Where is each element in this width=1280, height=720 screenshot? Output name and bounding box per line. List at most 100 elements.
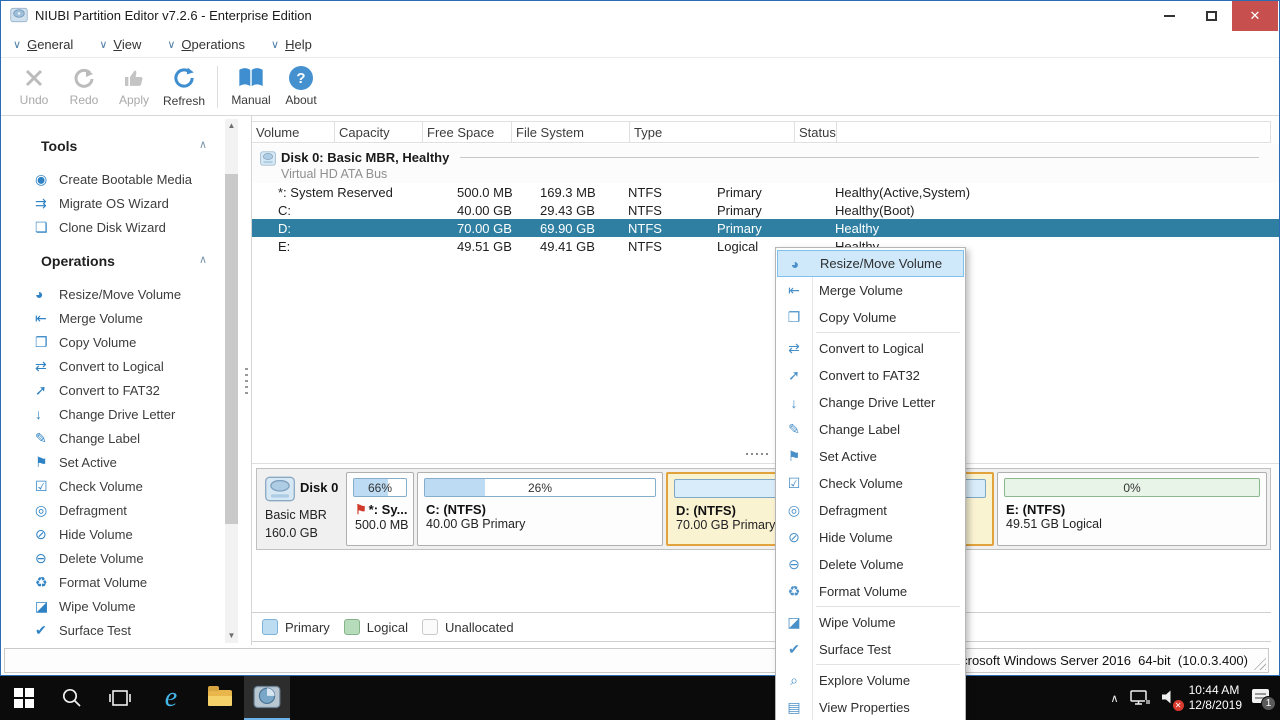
- sidebar-operation-item[interactable]: ◕ Resize/Move Volume: [1, 282, 251, 306]
- partition-editor-taskbar-button[interactable]: [244, 676, 290, 720]
- context-menu-item[interactable]: ✔ Surface Test: [776, 636, 965, 665]
- sidebar-operation-item[interactable]: ⊖ Delete Volume: [1, 546, 251, 570]
- disk-group-row[interactable]: Disk 0: Basic MBR, Healthy Virtual HD AT…: [252, 144, 1279, 183]
- sidebar-operation-item[interactable]: ◎ Defragment: [1, 498, 251, 522]
- file-explorer-button[interactable]: [196, 676, 244, 720]
- sidebar-operation-item[interactable]: ⚑ Set Active: [1, 450, 251, 474]
- operation-icon: ◕: [35, 286, 44, 302]
- action-center-button[interactable]: 1: [1252, 689, 1276, 711]
- usage-percent: 0%: [1123, 480, 1141, 495]
- disk-info-block[interactable]: Disk 0 Basic MBR 160.0 GB: [260, 472, 343, 546]
- chevron-down-icon: ∨: [271, 38, 280, 51]
- operation-icon: ☑: [35, 477, 48, 494]
- partition-detail: 49.51 GB Logical: [1006, 517, 1102, 531]
- scrollbar-thumb[interactable]: [225, 174, 238, 524]
- volume-muted-icon[interactable]: ✕: [1161, 689, 1184, 711]
- context-menu-item[interactable]: ❐ Copy Volume: [776, 304, 965, 333]
- sidebar-scrollbar[interactable]: ▲ ▼: [225, 119, 238, 643]
- volume-row[interactable]: *: System Reserved 500.0 MB 169.3 MB NTF…: [252, 183, 1279, 201]
- sidebar-operation-item[interactable]: ➚ Convert to FAT32: [1, 378, 251, 402]
- sidebar-operation-item[interactable]: ⇄ Convert to Logical: [1, 354, 251, 378]
- context-menu-item[interactable]: ⊘ Hide Volume: [776, 524, 965, 551]
- context-menu-item[interactable]: ♻ Format Volume: [776, 578, 965, 607]
- taskbar-clock[interactable]: 10:44 AM 12/8/2019: [1189, 683, 1242, 713]
- context-menu-item[interactable]: ◕ Resize/Move Volume: [777, 250, 964, 277]
- sidebar-operation-item[interactable]: ↓ Change Drive Letter: [1, 402, 251, 426]
- sidebar-operation-item[interactable]: ⊘ Hide Volume: [1, 522, 251, 546]
- undo-button[interactable]: Undo: [9, 61, 59, 113]
- close-button[interactable]: ✕: [1232, 1, 1278, 31]
- sidebar-tool-item[interactable]: ⇉ Migrate OS Wizard: [1, 191, 251, 215]
- maximize-button[interactable]: [1190, 1, 1232, 31]
- column-header[interactable]: File System: [512, 122, 630, 142]
- sidebar-operation-item[interactable]: ❐ Copy Volume: [1, 330, 251, 354]
- sidebar-splitter-handle[interactable]: [245, 368, 248, 398]
- manual-button[interactable]: Manual: [226, 61, 276, 113]
- menu-bar-item[interactable]: ∨ Operations: [167, 37, 245, 52]
- sidebar-operation-item[interactable]: ✎ Change Label: [1, 426, 251, 450]
- sidebar-tool-item[interactable]: ❏ Clone Disk Wizard: [1, 215, 251, 239]
- task-view-icon: [109, 690, 131, 706]
- sidebar-operation-item[interactable]: ☑ Check Volume: [1, 474, 251, 498]
- column-header[interactable]: Status: [795, 122, 837, 142]
- collapse-chevron-icon: ∧: [198, 139, 207, 151]
- column-header[interactable]: Free Space: [423, 122, 512, 142]
- volume-row[interactable]: E: 49.51 GB 49.41 GB NTFS Logical Health…: [252, 237, 1279, 255]
- menu-bar-item[interactable]: ∨ View: [99, 37, 141, 52]
- panel-splitter-handle[interactable]: [746, 453, 769, 455]
- apply-button[interactable]: Apply: [109, 61, 159, 113]
- tray-chevron-up-icon[interactable]: ∧: [1111, 692, 1119, 705]
- usage-bar: 26%: [424, 478, 656, 497]
- network-icon[interactable]: [1129, 689, 1151, 707]
- context-menu-item[interactable]: ⚑ Set Active: [776, 443, 965, 470]
- column-header[interactable]: Capacity: [335, 122, 423, 142]
- volume-row[interactable]: D: 70.00 GB 69.90 GB NTFS Primary Health…: [252, 219, 1279, 237]
- minimize-icon: [1163, 15, 1175, 17]
- context-menu-item[interactable]: ➚ Convert to FAT32: [776, 362, 965, 389]
- refresh-button[interactable]: Refresh: [159, 61, 209, 113]
- sidebar-operation-item[interactable]: ♻ Format Volume: [1, 570, 251, 594]
- about-button[interactable]: ? About: [276, 61, 326, 113]
- menu-bar-item[interactable]: ∨ General: [13, 37, 73, 52]
- usage-percent: 26%: [527, 480, 553, 495]
- start-button[interactable]: [0, 676, 48, 720]
- context-menu-item[interactable]: ⇄ Convert to Logical: [776, 335, 965, 362]
- tools-section-header[interactable]: Tools ∧: [1, 138, 207, 158]
- sidebar-tool-item[interactable]: ◉ Create Bootable Media: [1, 167, 251, 191]
- disk-group-divider: [460, 157, 1259, 158]
- resize-grip[interactable]: [1252, 656, 1266, 670]
- context-menu-item[interactable]: ☑ Check Volume: [776, 470, 965, 497]
- menu-item-icon: ◪: [787, 614, 801, 630]
- partition-block[interactable]: 0% ⚑E: (NTFS) 49.51 GB Logical: [997, 472, 1267, 546]
- operations-section-header[interactable]: Operations ∧: [1, 253, 207, 273]
- context-menu-item[interactable]: ⌕ Explore Volume: [776, 667, 965, 694]
- sidebar-operation-item[interactable]: ⇤ Merge Volume: [1, 306, 251, 330]
- internet-explorer-icon[interactable]: e: [148, 676, 194, 720]
- context-menu-item[interactable]: ⇤ Merge Volume: [776, 277, 965, 304]
- usage-bar: 66%: [353, 478, 407, 497]
- operation-icon: ◪: [35, 597, 49, 614]
- context-menu-item[interactable]: ↓ Change Drive Letter: [776, 389, 965, 416]
- task-view-button[interactable]: [96, 676, 144, 720]
- partition-block[interactable]: 66% ⚑ *: Sy... 500.0 MB: [346, 472, 414, 546]
- minimize-button[interactable]: [1148, 1, 1190, 31]
- context-menu-item[interactable]: ◎ Defragment: [776, 497, 965, 524]
- sidebar-operation-item[interactable]: ◪ Wipe Volume: [1, 594, 251, 618]
- context-menu-item[interactable]: ✎ Change Label: [776, 416, 965, 443]
- operation-icon: ⊘: [35, 525, 47, 542]
- menu-bar-item[interactable]: ∨ Help: [271, 37, 312, 52]
- volume-row[interactable]: C: 40.00 GB 29.43 GB NTFS Primary Health…: [252, 201, 1279, 219]
- sidebar-operation-item[interactable]: ✔ Surface Test: [1, 618, 251, 642]
- column-header[interactable]: Volume: [252, 122, 335, 142]
- menu-item-icon: ⇄: [788, 340, 800, 356]
- column-header[interactable]: Type: [630, 122, 795, 142]
- context-menu-item[interactable]: ◪ Wipe Volume: [776, 609, 965, 636]
- operation-icon: ✎: [35, 429, 47, 446]
- scroll-up-arrow[interactable]: ▲: [225, 119, 238, 133]
- partition-block[interactable]: 26% ⚑C: (NTFS) 40.00 GB Primary: [417, 472, 663, 546]
- redo-button[interactable]: Redo: [59, 61, 109, 113]
- scroll-down-arrow[interactable]: ▼: [225, 629, 238, 643]
- search-button[interactable]: [48, 676, 96, 720]
- context-menu-item[interactable]: ⊖ Delete Volume: [776, 551, 965, 578]
- context-menu-item[interactable]: ▤ View Properties: [776, 694, 965, 720]
